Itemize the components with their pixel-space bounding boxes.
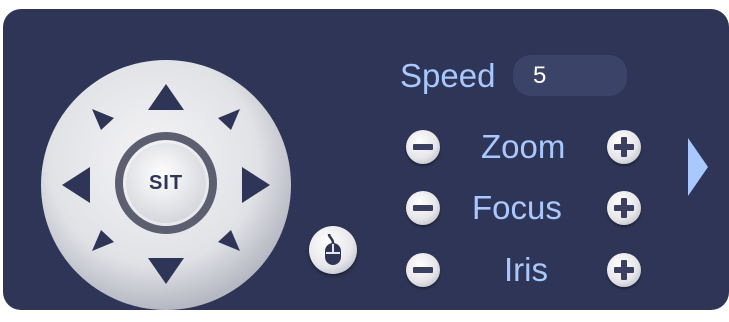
- mouse-icon: [325, 233, 341, 265]
- focus-far-button[interactable]: [607, 191, 641, 225]
- zoom-label: Zoom: [481, 128, 566, 165]
- mouse-mode-button[interactable]: [309, 226, 357, 274]
- minus-icon: [413, 205, 433, 211]
- sit-label: SIT: [148, 172, 184, 194]
- expand-panel-arrow-icon[interactable]: [686, 138, 710, 198]
- zoom-in-button[interactable]: [607, 130, 641, 164]
- plus-icon: [621, 137, 627, 157]
- speed-input[interactable]: 5: [513, 55, 627, 96]
- speed-label: Speed: [400, 57, 496, 94]
- iris-label: Iris: [504, 251, 548, 288]
- zoom-out-button[interactable]: [406, 130, 440, 164]
- minus-icon: [413, 144, 433, 150]
- focus-label: Focus: [472, 189, 562, 226]
- plus-icon: [621, 260, 627, 280]
- iris-open-button[interactable]: [607, 253, 641, 287]
- iris-close-button[interactable]: [406, 253, 440, 287]
- focus-near-button[interactable]: [406, 191, 440, 225]
- plus-icon: [621, 198, 627, 218]
- minus-icon: [413, 267, 433, 273]
